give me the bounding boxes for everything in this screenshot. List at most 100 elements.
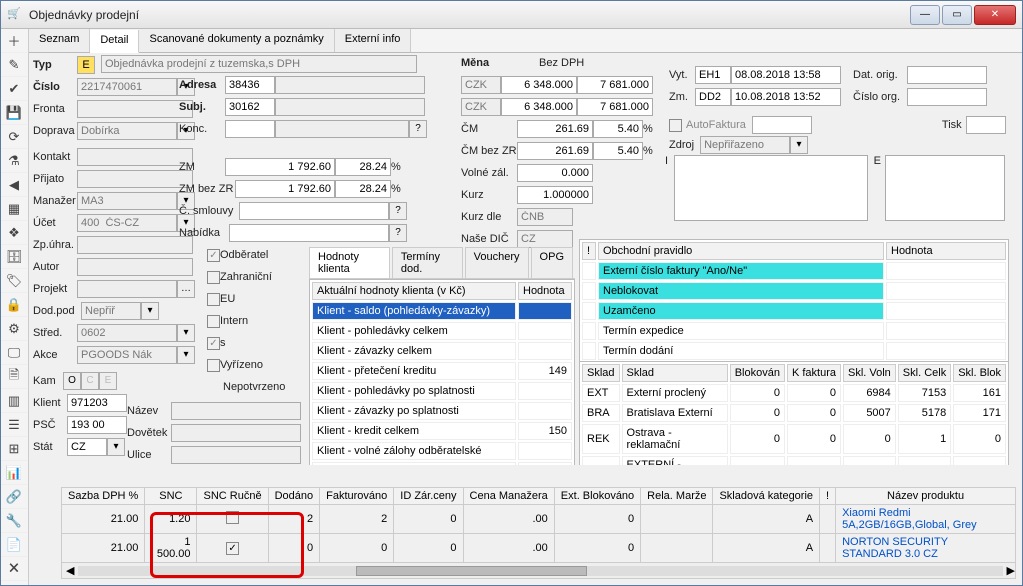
stock-cell[interactable]: REK [582,424,620,454]
tool-link-icon[interactable]: 🔗 [1,485,27,509]
tool-chart-icon[interactable]: 📊 [1,461,27,485]
csml-field[interactable] [239,202,389,220]
cmbz-pct[interactable] [593,142,643,160]
tool-wrench-icon[interactable]: 🔧 [1,509,27,533]
stock-cell[interactable]: 0 [787,456,841,465]
cm-pct[interactable] [593,120,643,138]
stock-cell[interactable]: EXX [582,456,620,465]
stock-cell[interactable]: Bratislava Externí [622,404,728,422]
psc-field[interactable] [67,416,127,434]
tab-scan[interactable]: Scanované dokumenty a poznámky [139,29,334,52]
volnezal-field[interactable] [517,164,593,182]
zm-field[interactable] [225,158,335,176]
subtab-opg[interactable]: OPG [531,247,573,278]
tool-doc-icon[interactable]: 🗎 [1,365,27,389]
tool-table-icon[interactable]: ⊞ [1,437,27,461]
stred-dd[interactable]: ▾ [177,324,195,342]
c-product[interactable]: NORTON SECURITY STANDARD 3.0 CZ [836,534,1016,563]
stock-cell[interactable]: 5007 [843,404,896,422]
stock-cell[interactable]: 0 [953,456,1006,465]
rule-key[interactable]: Termín dodání [598,342,884,360]
tool-edit-icon[interactable]: ✎ [1,53,27,77]
czk1-a[interactable] [501,76,577,94]
rule-key[interactable]: Neblokovat [598,282,884,300]
tool-settings-icon[interactable]: ⚙ [1,317,27,341]
i-textarea[interactable] [674,155,868,221]
stock-cell[interactable]: 7153 [898,384,951,402]
stock-cell[interactable]: 161 [953,384,1006,402]
stock-cell[interactable]: 0 [898,456,951,465]
nabidka-help[interactable]: ? [389,224,407,242]
stock-cell[interactable]: Externí proclený [622,384,728,402]
rule-key[interactable]: Externí číslo faktury "Ano/Ne" [598,262,884,280]
stock-cell[interactable]: 1 [898,424,951,454]
autofaktura-field[interactable] [752,116,812,134]
hscroll-left-icon[interactable]: ◀ [66,564,74,577]
tool-check-icon[interactable]: ✔ [1,77,27,101]
close-button[interactable]: ✕ [974,5,1016,25]
kam-c[interactable]: C [81,372,99,390]
vyt-code[interactable] [695,66,731,84]
stat-dd[interactable]: ▾ [107,438,125,456]
cv-key[interactable]: Klient - volné zálohy dodavatelské [312,462,516,465]
stock-cell[interactable]: BRA [582,404,620,422]
tool-lock-icon[interactable]: 🔒 [1,293,27,317]
stock-cell[interactable]: 6984 [843,384,896,402]
czk1-b[interactable] [577,76,653,94]
datorig-field[interactable] [907,66,987,84]
vyt-date[interactable] [731,66,841,84]
tab-externi[interactable]: Externí info [335,29,412,52]
stock-cell[interactable]: 5178 [898,404,951,422]
zm-code[interactable] [695,88,731,106]
stock-cell[interactable]: EXTERNÍ - VIRTUÁLNÍ [622,456,728,465]
minimize-button[interactable]: — [910,5,940,25]
tool-list-icon[interactable]: ☰ [1,413,27,437]
subj-field[interactable] [225,98,275,116]
tool-doc2-icon[interactable]: 📄 [1,533,27,557]
cv-key[interactable]: Klient - kredit celkem [312,422,516,440]
hscroll-thumb[interactable] [356,566,587,576]
zm-date[interactable] [731,88,841,106]
stock-cell[interactable]: 0 [787,384,841,402]
stock-cell[interactable]: 0 [787,424,841,454]
cv-key[interactable]: Klient - závazky celkem [312,342,516,360]
cv-key[interactable]: Klient - pohledávky po splatnosti [312,382,516,400]
csml-help[interactable]: ? [389,202,407,220]
e-textarea[interactable] [885,155,1005,221]
hscroll-right-icon[interactable]: ▶ [1007,564,1015,577]
client-values-grid[interactable]: Aktuální hodnoty klienta (v Kč)Hodnota K… [309,279,575,465]
subtab-hodnoty[interactable]: Hodnoty klienta [309,247,390,278]
cv-key[interactable]: Klient - závazky po splatnosti [312,402,516,420]
tab-seznam[interactable]: Seznam [29,29,90,52]
tool-monitor-icon[interactable]: 🖵 [1,341,27,365]
tool-filter-icon[interactable]: ⚗ [1,149,27,173]
projekt-btn[interactable]: … [177,280,195,298]
cv-key[interactable]: Klient - volné zálohy odběratelské [312,442,516,460]
stock-cell[interactable]: EXT [582,384,620,402]
tool-new-icon[interactable]: ＋ [1,29,27,53]
zm-pct[interactable] [335,158,391,176]
tool-back-icon[interactable]: ◀ [1,173,27,197]
akce-dd[interactable]: ▾ [177,346,195,364]
kam-e[interactable]: E [99,372,117,390]
cmbz-a[interactable] [517,142,593,160]
tool-tag-icon[interactable]: 🏷 [1,269,27,293]
tab-detail[interactable]: Detail [90,30,139,53]
rule-key[interactable]: Termín expedice [598,322,884,340]
subtab-terminy[interactable]: Termíny dod. [392,247,463,278]
zmbezzr-field[interactable] [235,180,335,198]
stock-cell[interactable]: 0 [787,404,841,422]
konc-field[interactable] [225,120,275,138]
stock-cell[interactable]: 0 [730,424,785,454]
stock-cell[interactable]: 0 [953,424,1006,454]
cv-key[interactable]: Klient - saldo (pohledávky-závazky) [312,302,516,320]
rule-key[interactable]: Uzamčeno [598,302,884,320]
maximize-button[interactable]: ▭ [942,5,972,25]
line-items-grid[interactable]: Sazba DPH %SNCSNC RučněDodánoFakturováno… [61,487,1016,579]
tool-funnel-icon[interactable]: ❖ [1,221,27,245]
cv-key[interactable]: Klient - přetečení kreditu [312,362,516,380]
tool-refresh-icon[interactable]: ⟳ [1,125,27,149]
tool-db-icon[interactable]: 🗄 [1,245,27,269]
kurz-field[interactable] [517,186,593,204]
adresa-field[interactable] [225,76,275,94]
